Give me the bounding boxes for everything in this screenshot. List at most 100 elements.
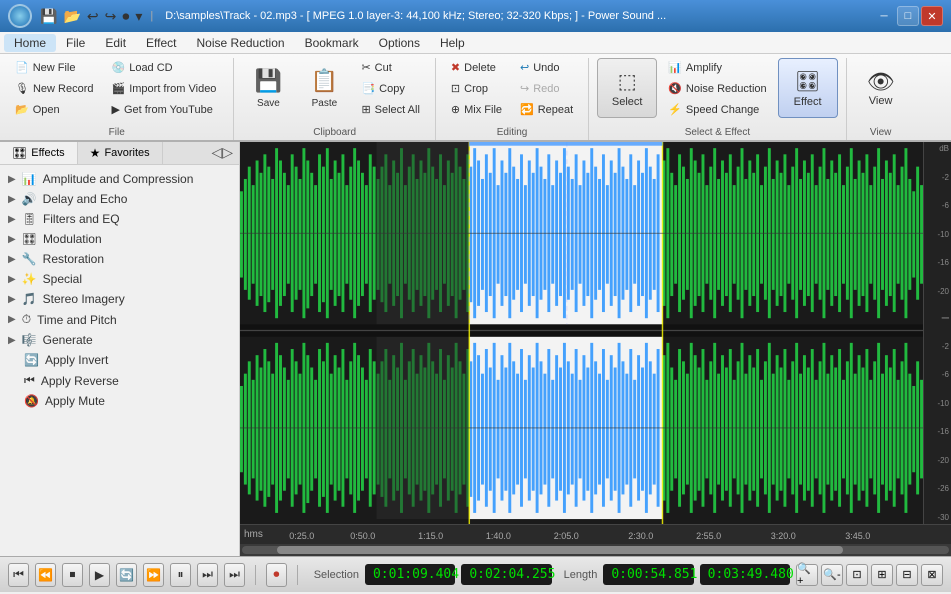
apply-mute-icon: 🔕	[24, 394, 39, 408]
effect-apply-invert[interactable]: 🔄 Apply Invert	[0, 350, 239, 370]
pause-button[interactable]: ⏸	[170, 563, 191, 587]
panel-nav-button[interactable]: ◁▷	[205, 142, 239, 164]
stereo-arrow: ▶	[8, 294, 16, 305]
waveform-canvas-container[interactable]	[240, 142, 923, 524]
select-effect-group-label: Select & Effect	[589, 127, 845, 138]
menu-options[interactable]: Options	[369, 34, 430, 52]
timeline-hms-label: hms	[244, 529, 263, 540]
effect-apply-reverse[interactable]: ⏮ Apply Reverse	[0, 370, 239, 391]
loop-button[interactable]: 🔄	[116, 563, 137, 587]
effect-button[interactable]: 🎛 Effect	[778, 58, 838, 118]
view-button[interactable]: 👁 View	[855, 58, 907, 118]
delay-label: Delay and Echo	[43, 192, 128, 206]
paste-icon: 📋	[311, 68, 338, 94]
load-cd-label: Load CD	[129, 62, 172, 74]
crop-icon: ⊡	[451, 82, 460, 95]
time-pitch-icon: ⏱	[22, 312, 31, 327]
get-youtube-label: Get from YouTube	[124, 104, 213, 116]
time-mark-230: 2:30.0	[628, 531, 653, 541]
amplify-button[interactable]: 📊 Amplify	[661, 58, 773, 77]
undo-button[interactable]: ↩ Undo	[513, 58, 580, 77]
horizontal-scrollbar[interactable]	[240, 544, 951, 556]
open-button[interactable]: 📂 Open	[8, 100, 101, 119]
rewind-button[interactable]: ⏪	[35, 563, 56, 587]
zoom-fit-button[interactable]: ⊡	[846, 564, 868, 586]
stop-button[interactable]: ⏹	[62, 563, 83, 587]
menu-home[interactable]: Home	[4, 34, 56, 52]
amplitude-label: Amplitude and Compression	[43, 172, 194, 186]
modulation-label: Modulation	[43, 232, 102, 246]
menu-noise-reduction[interactable]: Noise Reduction	[187, 34, 295, 52]
save-button[interactable]: 💾 Save	[242, 58, 294, 118]
copy-button[interactable]: 📑 Copy	[354, 79, 426, 98]
new-record-button[interactable]: 🎙 New Record	[8, 79, 101, 98]
effect-apply-mute[interactable]: 🔕 Apply Mute	[0, 391, 239, 411]
speed-change-button[interactable]: ⚡ Speed Change	[661, 100, 773, 119]
modulation-arrow: ▶	[8, 234, 16, 245]
get-youtube-button[interactable]: ▶ Get from YouTube	[105, 100, 224, 119]
zoom-out-h-button[interactable]: 🔍-	[821, 564, 843, 586]
goto-start-button[interactable]: ⏮	[8, 563, 29, 587]
tab-favorites[interactable]: ★ Favorites	[78, 142, 163, 164]
effect-generate[interactable]: ▶ 🎼 Generate	[0, 330, 239, 350]
new-file-button[interactable]: 📄 New File	[8, 58, 101, 77]
crop-label: Crop	[464, 83, 488, 95]
timeline-marks-container: 0:25.0 0:50.0 1:15.0 1:40.0 2:05.0 2:30.…	[269, 527, 947, 543]
menu-bookmark[interactable]: Bookmark	[295, 34, 369, 52]
effect-modulation[interactable]: ▶ 🎛 Modulation	[0, 229, 239, 249]
effect-restoration[interactable]: ▶ 🔧 Restoration	[0, 249, 239, 269]
close-button[interactable]: ✕	[921, 6, 943, 26]
menu-effect[interactable]: Effect	[136, 34, 186, 52]
qat-record[interactable]: ⏺	[120, 6, 131, 27]
select-icon: ⬚	[618, 69, 637, 94]
minimize-button[interactable]: ─	[873, 6, 895, 26]
fast-forward-button[interactable]: ⏭	[197, 563, 218, 587]
select-button[interactable]: ⬚ Select	[597, 58, 657, 118]
menu-help[interactable]: Help	[430, 34, 475, 52]
noise-reduction-button[interactable]: 🔇 Noise Reduction	[661, 79, 773, 98]
effect-delay[interactable]: ▶ 🔊 Delay and Echo	[0, 189, 239, 209]
repeat-button[interactable]: 🔁 Repeat	[513, 100, 580, 119]
select-all-button[interactable]: ⊞ Select All	[354, 100, 426, 119]
scrollbar-track[interactable]	[242, 546, 949, 554]
play-button[interactable]: ▶	[89, 563, 110, 587]
time-pitch-label: Time and Pitch	[37, 313, 117, 327]
forward-button[interactable]: ⏩	[143, 563, 164, 587]
waveform-area[interactable]: dB -2 -6 -10 -16 -20 ━━ -2 -6 -10 -16 -2…	[240, 142, 951, 556]
amplify-icon: 📊	[668, 61, 682, 74]
menu-file[interactable]: File	[56, 34, 95, 52]
delete-button[interactable]: ✖ Delete	[444, 58, 509, 77]
paste-button[interactable]: 📋 Paste	[298, 58, 350, 118]
tab-effects[interactable]: 🎛 Effects	[0, 142, 78, 164]
effect-filters[interactable]: ▶ 🎚 Filters and EQ	[0, 209, 239, 229]
special-icon: ✨	[22, 272, 37, 286]
db-mark-2: -2	[926, 173, 949, 182]
maximize-button[interactable]: □	[897, 6, 919, 26]
cut-button[interactable]: ✂ Cut	[354, 58, 426, 77]
effect-amplitude[interactable]: ▶ 📊 Amplitude and Compression	[0, 169, 239, 189]
mix-file-button[interactable]: ⊕ Mix File	[444, 100, 509, 119]
load-cd-button[interactable]: 💿 Load CD	[105, 58, 224, 77]
scrollbar-thumb[interactable]	[277, 546, 843, 554]
zoom-in-h-button[interactable]: 🔍+	[796, 564, 818, 586]
redo-button[interactable]: ↪ Redo	[513, 79, 580, 98]
qat-dropdown[interactable]: ▾	[133, 6, 144, 27]
zoom-selection-button[interactable]: ⊠	[921, 564, 943, 586]
modulation-icon: 🎛	[22, 232, 37, 246]
qat-undo[interactable]: ↩	[85, 6, 101, 27]
goto-end-button[interactable]: ⏭	[224, 563, 245, 587]
qat-open[interactable]: 📂	[61, 6, 82, 27]
crop-button[interactable]: ⊡ Crop	[444, 79, 509, 98]
zoom-in-v-button[interactable]: ⊞	[871, 564, 893, 586]
zoom-out-v-button[interactable]: ⊟	[896, 564, 918, 586]
menu-edit[interactable]: Edit	[95, 34, 136, 52]
import-video-button[interactable]: 🎬 Import from Video	[105, 79, 224, 98]
effect-stereo[interactable]: ▶ 🎵 Stereo Imagery	[0, 289, 239, 309]
effect-time-pitch[interactable]: ▶ ⏱ Time and Pitch	[0, 309, 239, 330]
record-button[interactable]: ⏺	[266, 563, 287, 587]
select-all-icon: ⊞	[361, 103, 370, 116]
effect-special[interactable]: ▶ ✨ Special	[0, 269, 239, 289]
qat-save[interactable]: 💾	[38, 6, 59, 27]
qat-redo[interactable]: ↪	[103, 6, 119, 27]
db-mark-6b: -6	[926, 370, 949, 379]
